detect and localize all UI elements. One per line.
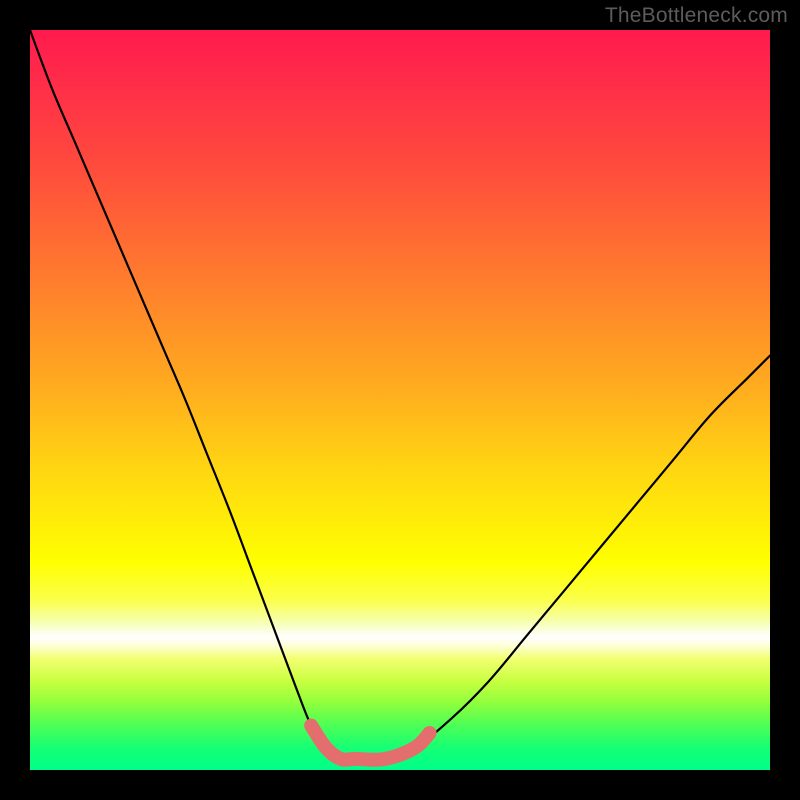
- bottleneck-curve: [30, 30, 770, 760]
- plot-area: [30, 30, 770, 770]
- optimal-range-highlight: [311, 726, 429, 760]
- chart-frame: TheBottleneck.com: [0, 0, 800, 800]
- chart-svg: [30, 30, 770, 770]
- watermark-text: TheBottleneck.com: [605, 4, 788, 28]
